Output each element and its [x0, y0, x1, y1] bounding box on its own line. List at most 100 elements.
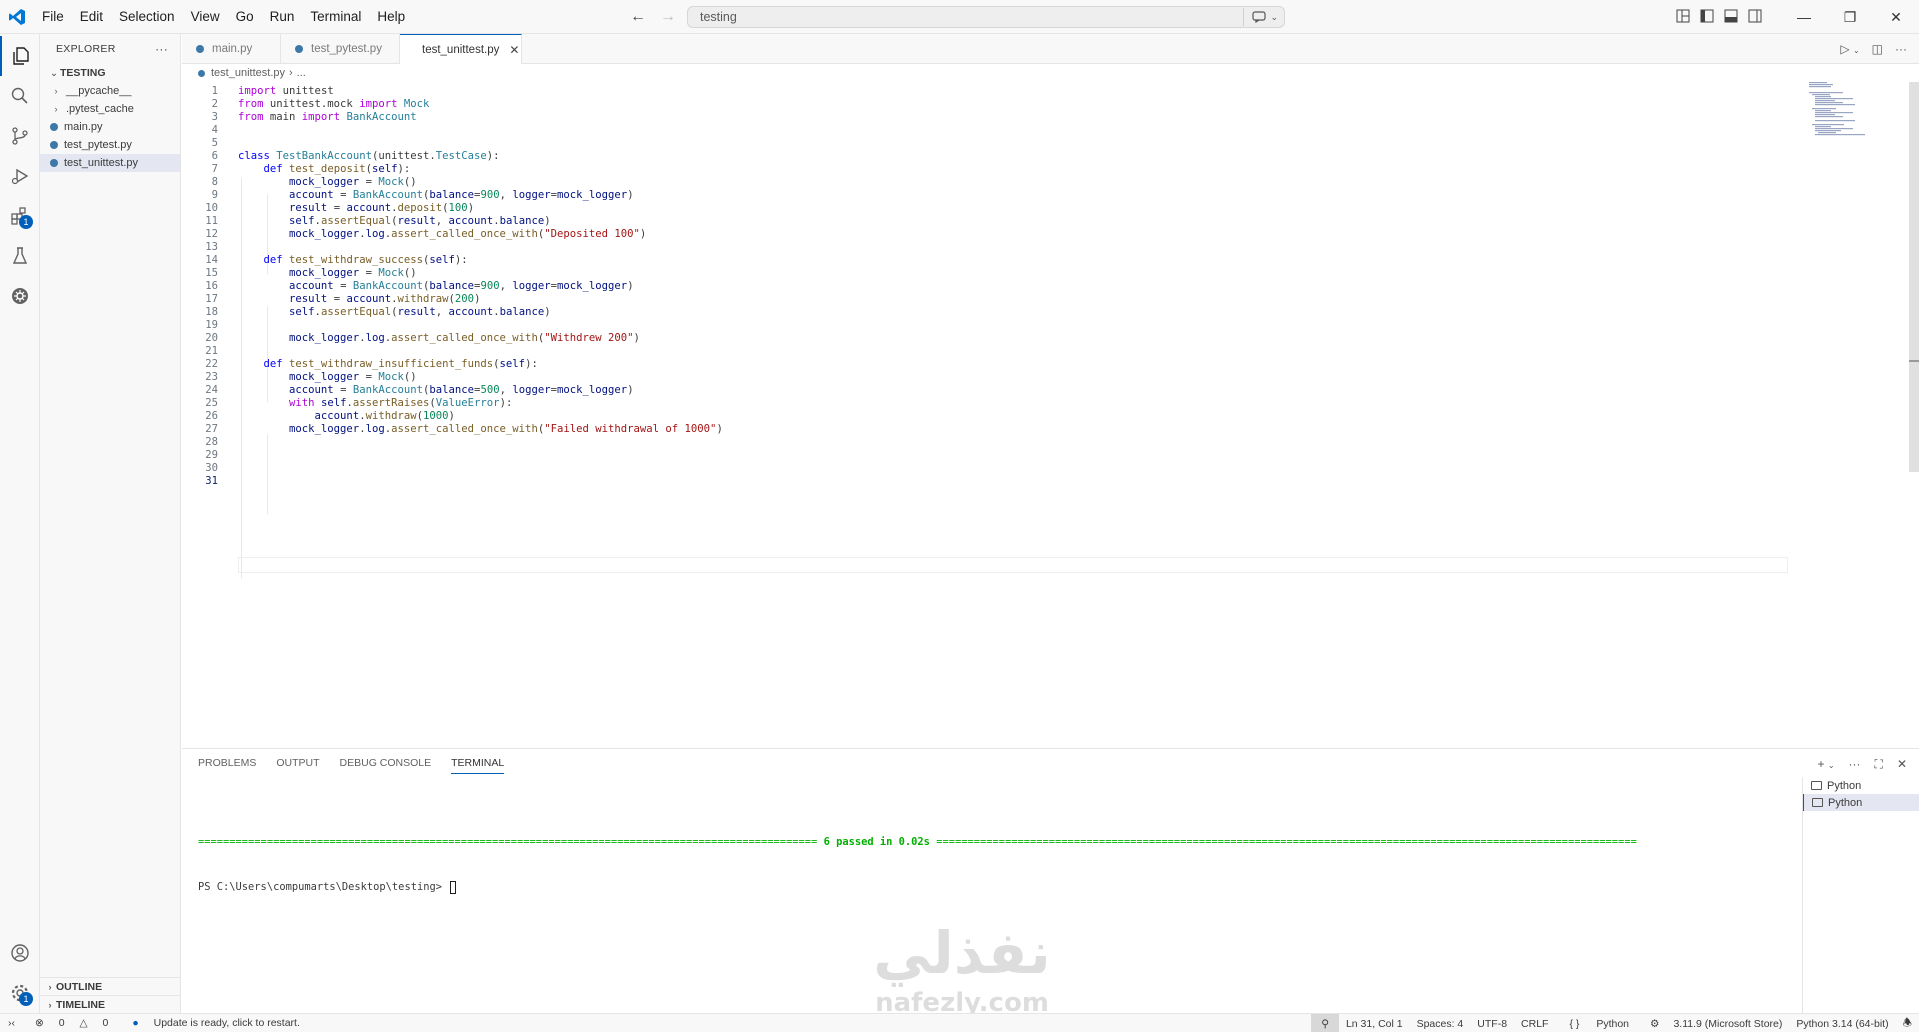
outline-section[interactable]: › OUTLINE: [40, 977, 181, 996]
manage-gear-icon[interactable]: 1: [0, 973, 40, 1013]
terminal-label: Python: [1828, 796, 1863, 809]
toggle-panel-icon[interactable]: [1724, 9, 1738, 26]
tab-label: test_unittest.py: [422, 44, 500, 56]
minimize-icon[interactable]: —: [1781, 0, 1827, 34]
timeline-section[interactable]: › TIMELINE: [40, 995, 181, 1014]
menu-file[interactable]: File: [34, 0, 72, 34]
extensions-badge: 1: [19, 215, 33, 229]
tab-label: main.py: [212, 43, 253, 55]
chevron-right-icon: ›: [54, 86, 58, 96]
cursor-position[interactable]: Ln 31, Col 1: [1339, 1018, 1410, 1030]
title-bar: File Edit Selection View Go Run Terminal…: [0, 0, 1919, 34]
search-icon[interactable]: [0, 76, 40, 116]
back-arrow-icon[interactable]: ←: [630, 8, 646, 26]
code-line[interactable]: 31: [182, 473, 1782, 489]
python-file-icon: [50, 123, 58, 131]
tab-terminal[interactable]: TERMINAL: [451, 757, 505, 774]
summary-rule-right: ========================================…: [936, 836, 1637, 848]
kubernetes-icon[interactable]: [0, 276, 40, 316]
toggle-sidebar-icon[interactable]: [1700, 9, 1714, 26]
menu-help[interactable]: Help: [369, 0, 413, 34]
explorer-icon[interactable]: [0, 36, 40, 76]
notifications-bell-icon[interactable]: 🕭: [1896, 1015, 1919, 1032]
summary-rule-left: ========================================…: [198, 836, 818, 848]
restore-icon[interactable]: ❐: [1827, 0, 1873, 34]
explorer-title: EXPLORER: [56, 43, 116, 55]
line-ending[interactable]: CRLF: [1514, 1018, 1555, 1030]
command-center-text: testing: [700, 10, 737, 24]
close-panel-icon[interactable]: ✕: [1897, 757, 1907, 772]
tab-test-unittest[interactable]: test_unittest.py ✕: [400, 34, 522, 65]
chevron-right-icon: ›: [54, 104, 58, 114]
tree-item-pytest-cache[interactable]: › .pytest_cache: [40, 100, 180, 118]
tree-item-test-unittest[interactable]: test_unittest.py: [40, 154, 180, 172]
python-file-icon: [295, 45, 303, 53]
toggle-secondary-sidebar-icon[interactable]: [1748, 9, 1762, 26]
language-mode[interactable]: { } Python: [1555, 1018, 1643, 1030]
terminal-instance-2[interactable]: Python: [1803, 794, 1919, 811]
tab-debug-console[interactable]: DEBUG CONSOLE: [340, 757, 432, 774]
tree-item-test-pytest[interactable]: test_pytest.py: [40, 136, 180, 154]
breadcrumb-separator-icon: ›: [289, 67, 293, 79]
breadcrumb-file[interactable]: test_unittest.py: [211, 67, 285, 79]
tab-main-py[interactable]: main.py: [182, 34, 281, 64]
run-python-file-icon[interactable]: ▷ ⌄: [1840, 42, 1859, 56]
chevron-right-icon: ›: [48, 982, 52, 992]
more-actions-icon[interactable]: ···: [155, 42, 168, 56]
tab-output[interactable]: OUTPUT: [276, 757, 319, 774]
customize-layout-icon[interactable]: [1676, 9, 1690, 26]
indentation[interactable]: Spaces: 4: [1410, 1018, 1471, 1030]
extensions-icon[interactable]: 1: [0, 196, 40, 236]
menu-edit[interactable]: Edit: [72, 0, 111, 34]
split-editor-icon[interactable]: ◫: [1872, 42, 1883, 56]
editor-scrollbar[interactable]: [1909, 82, 1919, 472]
testing-icon[interactable]: [0, 236, 40, 276]
chevron-right-icon: ›: [48, 1000, 52, 1010]
terminal-output[interactable]: ========================================…: [198, 805, 1637, 925]
menu-run[interactable]: Run: [262, 0, 303, 34]
copilot-chat-icon[interactable]: ⌄: [1243, 8, 1278, 26]
menu-go[interactable]: Go: [228, 0, 262, 34]
language-label: Python: [1596, 1017, 1630, 1030]
account-icon[interactable]: [0, 933, 40, 973]
tree-item-main-py[interactable]: main.py: [40, 118, 180, 136]
editor-more-actions-icon[interactable]: ···: [1895, 42, 1907, 56]
bottom-panel: PROBLEMS OUTPUT DEBUG CONSOLE TERMINAL +…: [182, 748, 1919, 1014]
new-terminal-icon[interactable]: + ⌄: [1817, 757, 1834, 772]
python-version[interactable]: Python 3.14 (64-bit): [1789, 1018, 1895, 1030]
terminal-instance-1[interactable]: Python: [1803, 777, 1919, 794]
zoom-icon[interactable]: ⚲: [1311, 1014, 1339, 1032]
tree-item-label: main.py: [64, 121, 103, 133]
update-status[interactable]: ● Update is ready, click to restart.: [120, 1017, 312, 1029]
python-file-icon: [196, 45, 204, 53]
tree-item-pycache[interactable]: › __pycache__: [40, 82, 180, 100]
forward-arrow-icon[interactable]: →: [660, 8, 676, 26]
tab-problems[interactable]: PROBLEMS: [198, 757, 256, 774]
menu-terminal[interactable]: Terminal: [302, 0, 369, 34]
folder-testing[interactable]: ⌄ TESTING: [40, 64, 180, 82]
terminal-prompt: PS C:\Users\compumarts\Desktop\testing>: [198, 881, 449, 893]
breadcrumb-rest[interactable]: ...: [297, 67, 306, 79]
python-interpreter[interactable]: 3.11.9 (Microsoft Store): [1666, 1018, 1789, 1030]
code-editor[interactable]: 1 import unittest 2 from unittest.mock impo…: [182, 82, 1919, 747]
problems-status[interactable]: ⊗ 0 △ 0: [23, 1017, 120, 1029]
braces-icon: { }: [1569, 1017, 1580, 1030]
source-control-icon[interactable]: [0, 116, 40, 156]
close-tab-icon[interactable]: ✕: [509, 43, 519, 57]
outline-label: OUTLINE: [56, 981, 103, 993]
command-center[interactable]: testing ⌄: [687, 6, 1285, 28]
close-window-icon[interactable]: ✕: [1873, 0, 1919, 34]
tab-test-pytest[interactable]: test_pytest.py: [281, 34, 400, 64]
menu-selection[interactable]: Selection: [111, 0, 183, 34]
copilot-status-icon[interactable]: ⚙: [1643, 1018, 1666, 1030]
run-debug-icon[interactable]: [0, 156, 40, 196]
breadcrumb: test_unittest.py › ...: [182, 64, 1919, 82]
panel-more-icon[interactable]: ···: [1849, 757, 1861, 772]
menu-view[interactable]: View: [183, 0, 228, 34]
encoding[interactable]: UTF-8: [1470, 1018, 1514, 1030]
maximize-panel-icon[interactable]: ⛶: [1875, 757, 1883, 772]
warning-count: 0: [102, 1017, 109, 1029]
minimap[interactable]: [1809, 82, 1889, 152]
remote-icon[interactable]: ›‹: [0, 1017, 23, 1029]
activity-bar: 1 1: [0, 34, 40, 1013]
